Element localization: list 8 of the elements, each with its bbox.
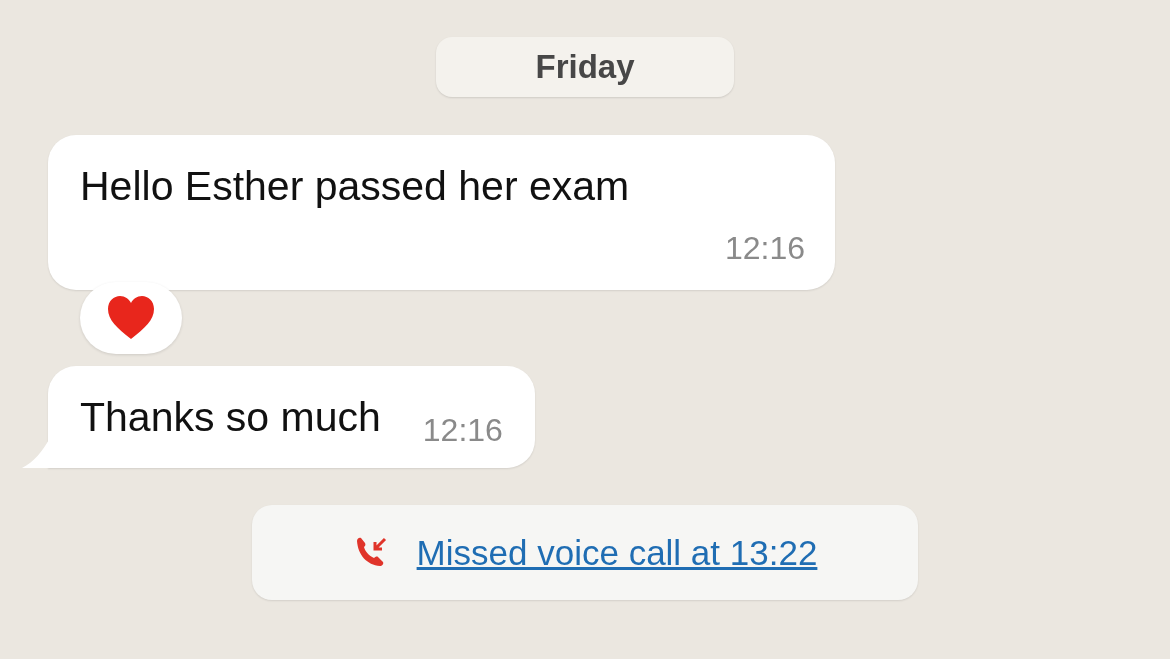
missed-call-link[interactable]: Missed voice call at 13:22: [416, 532, 818, 573]
message-text: Thanks so much: [80, 393, 381, 441]
heart-icon: [107, 296, 155, 340]
message-time: 12:16: [422, 411, 503, 449]
message-time: 12:16: [724, 230, 805, 267]
reaction-badge[interactable]: [80, 282, 182, 354]
message-text: Hello Esther passed her exam: [80, 163, 631, 210]
date-divider: Friday: [436, 37, 734, 97]
